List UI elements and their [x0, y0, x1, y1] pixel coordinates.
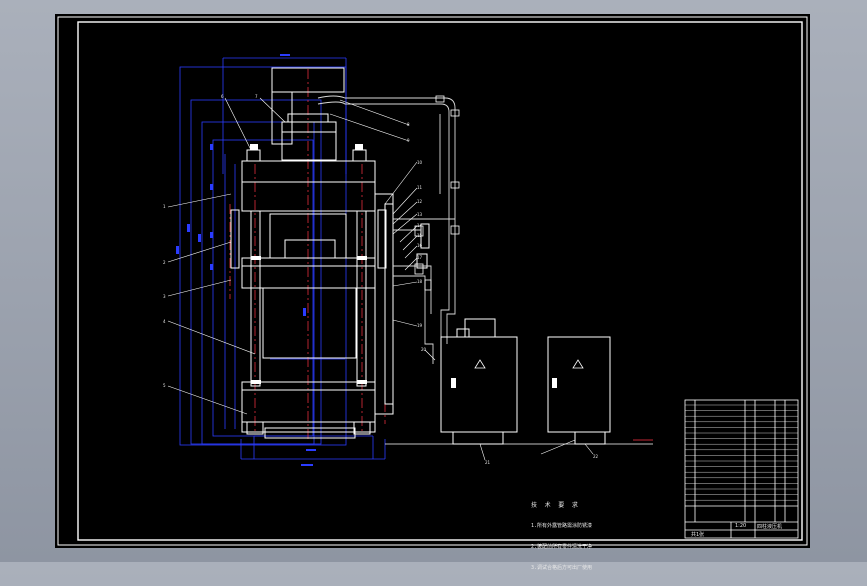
balloon-5: 5 [163, 383, 166, 388]
balloon-1: 1 [163, 204, 166, 209]
balloon-4: 4 [163, 319, 166, 324]
technical-notes: 技 术 要 求 1.所有外露管路需涂防锈漆 2.装配前所有零件清洗干净 3.调试… [531, 488, 592, 586]
drawing-sheet: 共1张 [691, 532, 705, 538]
press-assembly-drawing [57, 16, 808, 546]
drawing-name: 四柱液压机 [757, 524, 783, 530]
technical-notes-title: 技 术 要 求 [531, 502, 580, 509]
drawing-scale: 1:20 [735, 523, 747, 529]
technical-note-1: 1.所有外露管路需涂防锈漆 [531, 523, 593, 529]
balloon-2: 2 [163, 260, 166, 265]
balloon-11: 11 [417, 185, 423, 190]
balloon-17: 17 [417, 255, 423, 260]
title-block-rows [685, 404, 798, 501]
balloon-18: 18 [417, 279, 423, 284]
balloon-6: 6 [221, 94, 224, 99]
technical-note-2: 2.装配前所有零件清洗干净 [531, 544, 593, 550]
balloon-16: 16 [417, 243, 423, 248]
balloon-19: 19 [417, 323, 423, 328]
balloon-20: 20 [421, 347, 427, 352]
balloon-9: 9 [407, 138, 410, 143]
balloon-22: 22 [593, 454, 599, 459]
balloon-3: 3 [163, 294, 166, 299]
cad-viewport[interactable]: 1 2 3 4 5 6 7 8 9 10 11 12 13 14 15 16 17 18 19 20 21 22 技 术 … [55, 14, 810, 571]
balloon-21: 21 [485, 460, 491, 465]
balloon-7: 7 [255, 94, 258, 99]
control-cabinet [547, 336, 611, 445]
cabinet-labels [451, 378, 557, 388]
inner-frame [77, 21, 803, 541]
title-block [684, 399, 799, 539]
balloon-13: 13 [417, 212, 423, 217]
balloon-8: 8 [407, 122, 410, 127]
technical-note-3: 3.调试合格后方可出厂使用 [531, 565, 593, 571]
leader-lines [167, 97, 594, 461]
hazard-icon [474, 359, 584, 369]
balloon-14: 14 [417, 223, 423, 228]
dimension-ticks [176, 54, 316, 466]
balloon-10: 10 [417, 160, 423, 165]
balloon-12: 12 [417, 199, 423, 204]
balloon-15: 15 [417, 233, 423, 238]
bolt-heads [250, 144, 367, 384]
pipe-fittings [414, 95, 460, 291]
